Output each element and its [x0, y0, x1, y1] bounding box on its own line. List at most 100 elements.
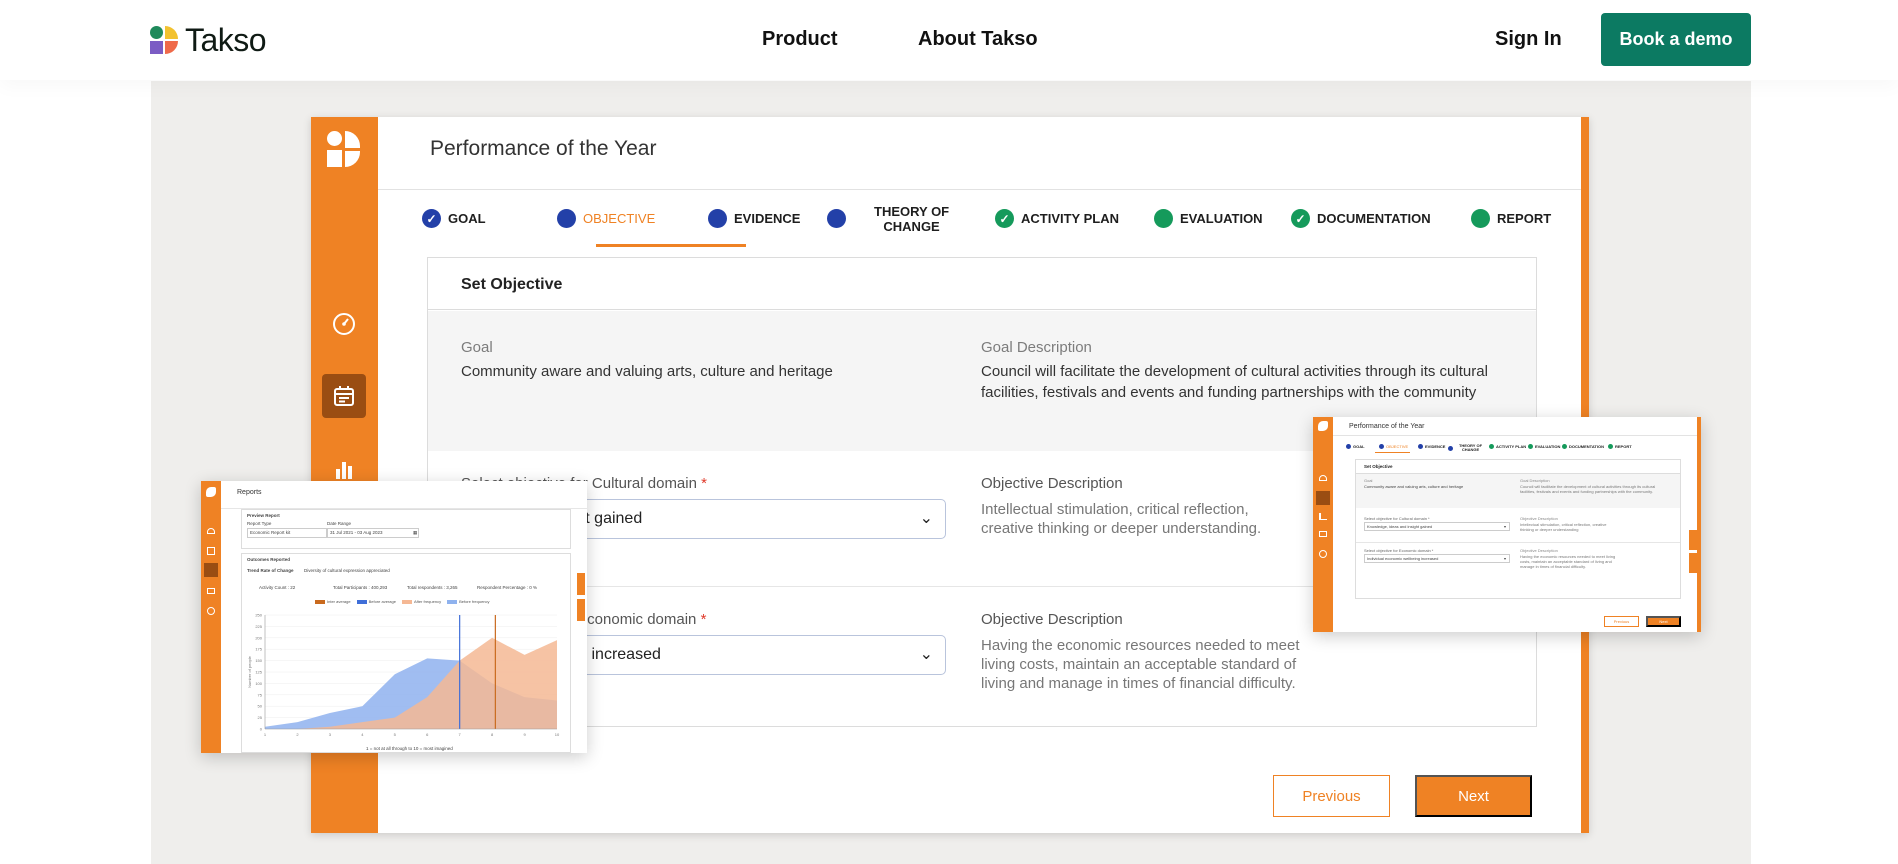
cultural-objective-description-label: Objective Description — [981, 475, 1123, 492]
stat-respondent-percentage: Respondent Percentage : 0 % — [477, 585, 538, 590]
mini-step-evidence[interactable]: EVIDENCE — [1418, 444, 1445, 449]
mini-step-activity-plan[interactable]: ACTIVITY PLAN — [1489, 444, 1526, 449]
top-navbar: Takso Product About Takso Sign In Book a… — [0, 0, 1898, 80]
outcomes-heading: Outcomes Reported — [247, 557, 291, 562]
step-activity-plan[interactable]: ✓ ACTIVITY PLAN — [995, 190, 1119, 247]
x-tick-label: 9 — [523, 732, 526, 737]
y-tick-label: 250 — [255, 613, 262, 618]
economic-objective-description-label: Objective Description — [981, 611, 1123, 628]
y-tick-label: 100 — [255, 681, 262, 686]
dashboard-gauge-icon — [1319, 475, 1327, 481]
side-tab[interactable] — [1689, 530, 1697, 550]
y-tick-label: 200 — [255, 635, 262, 640]
mini-step-report[interactable]: REPORT — [1608, 444, 1632, 449]
x-axis-note: 1 = not at all through to 10 = most imag… — [366, 746, 453, 751]
sign-in-link[interactable]: Sign In — [1495, 28, 1562, 51]
goal-description-label: Goal Description — [981, 339, 1092, 356]
previous-button[interactable]: Previous — [1273, 775, 1390, 817]
report-type-value: Economic Report kit — [250, 530, 291, 535]
brand-name: Takso — [185, 22, 267, 58]
y-tick-label: 125 — [255, 670, 262, 675]
x-tick-label: 3 — [329, 732, 332, 737]
economic-objective-label: r Economic domain * — [568, 611, 707, 628]
y-tick-label: 0 — [260, 727, 263, 732]
mini-step-objective[interactable]: OBJECTIVE — [1379, 444, 1408, 449]
y-tick-label: 50 — [258, 704, 263, 709]
mini-row-divider — [1356, 542, 1680, 543]
takso-logo-mark-icon — [150, 25, 180, 56]
nav-link-about[interactable]: About Takso — [918, 28, 1038, 51]
trend-label: Trend Rate of Change — [247, 568, 294, 573]
check-icon: ✓ — [422, 209, 441, 228]
calendar-icon: ▦ — [413, 530, 418, 535]
y-tick-label: 175 — [255, 647, 262, 652]
nav-link-product[interactable]: Product — [762, 28, 838, 51]
chevron-down-icon: ▾ — [1504, 524, 1507, 529]
app-logo-icon — [327, 131, 361, 169]
calendar-list-icon — [207, 547, 215, 555]
side-tab[interactable] — [577, 599, 585, 621]
cultural-objective-description: Intellectual stimulation, critical refle… — [981, 501, 1262, 537]
trend-value: Diversity of cultural expression appreci… — [304, 568, 390, 573]
legend-item: Inter average — [315, 599, 351, 604]
legend-swatch — [401, 599, 412, 604]
mini-step-theory-of-change[interactable]: THEORY OF CHANGE — [1448, 444, 1486, 452]
mini-title-divider — [1333, 435, 1697, 436]
step-dot-icon — [1471, 209, 1490, 228]
goal-description-value: Council will facilitate the development … — [981, 363, 1488, 401]
mini-step-documentation[interactable]: DOCUMENTATION — [1562, 444, 1604, 449]
next-button[interactable]: Next — [1415, 775, 1532, 817]
y-axis-label: Number of people — [247, 655, 252, 688]
book-demo-button[interactable]: Book a demo — [1601, 13, 1751, 66]
mini-step-evaluation[interactable]: EVALUATION — [1528, 444, 1560, 449]
step-theory-of-change[interactable]: THEORY OF CHANGE — [827, 190, 949, 247]
date-range-label: Date Range — [327, 521, 352, 526]
chart-legend: Inter average Before average After frequen… — [315, 599, 490, 604]
chevron-down-icon: ▾ — [1504, 556, 1507, 561]
mini-previous-button[interactable]: Previous — [1604, 616, 1639, 627]
mini-goal-description-label: Goal Description — [1520, 478, 1550, 483]
mini-next-button[interactable]: Next — [1646, 616, 1681, 627]
mini-economic-value: Individual economic wellbeing increased — [1367, 556, 1439, 561]
step-objective[interactable]: OBJECTIVE — [557, 190, 655, 247]
side-tab[interactable] — [1689, 553, 1697, 573]
step-dot-icon — [827, 209, 846, 228]
report-type-label: Report Type — [247, 521, 272, 526]
mini-set-objective-card: Set Objective Goal Community aware and v… — [1355, 459, 1681, 599]
legend-label: After frequency — [413, 599, 442, 604]
mini-cultural-description-label: Objective Description — [1520, 516, 1558, 521]
user-icon — [1319, 550, 1327, 558]
x-tick-label: 10 — [555, 732, 560, 737]
chevron-down-icon: ⌄ — [919, 510, 933, 527]
y-tick-label: 150 — [255, 658, 262, 663]
step-label: OBJECTIVE — [583, 211, 656, 226]
step-goal[interactable]: ✓ GOAL — [422, 190, 486, 247]
step-report[interactable]: REPORT — [1471, 190, 1551, 247]
reports-preview-card: Reports Preview Report Report Type Econo… — [201, 481, 587, 753]
step-documentation[interactable]: ✓ DOCUMENTATION — [1291, 190, 1431, 247]
preview-report-heading: Preview Report — [247, 513, 280, 518]
mini-economic-description-label: Objective Description — [1520, 548, 1558, 553]
legend-item: Before frequency — [447, 599, 490, 604]
reports-header — [221, 481, 587, 509]
mini-page-title: Performance of the Year — [1349, 423, 1425, 430]
step-evaluation[interactable]: EVALUATION — [1154, 190, 1263, 247]
check-icon: ✓ — [995, 209, 1014, 228]
mini-step-goal[interactable]: GOAL — [1346, 444, 1365, 449]
goal-label: Goal — [461, 339, 493, 356]
takso-logo[interactable]: Takso — [150, 22, 267, 59]
legend-swatch — [356, 599, 367, 604]
check-icon: ✓ — [1291, 209, 1310, 228]
side-tab[interactable] — [577, 573, 585, 595]
x-tick-label: 7 — [459, 732, 462, 737]
calendar-list-icon[interactable] — [322, 374, 366, 418]
date-range-value: 31 Jul 2021 - 03 Aug 2023 — [330, 530, 383, 535]
y-tick-label: 75 — [258, 692, 263, 697]
goal-value: Community aware and valuing arts, cultur… — [461, 363, 833, 380]
step-dot-icon — [708, 209, 727, 228]
mini-right-stripe — [1697, 417, 1701, 632]
user-icon — [207, 607, 215, 615]
dashboard-gauge-icon[interactable] — [322, 301, 366, 345]
legend-label: Before average — [368, 599, 396, 604]
step-evidence[interactable]: EVIDENCE — [708, 190, 800, 247]
